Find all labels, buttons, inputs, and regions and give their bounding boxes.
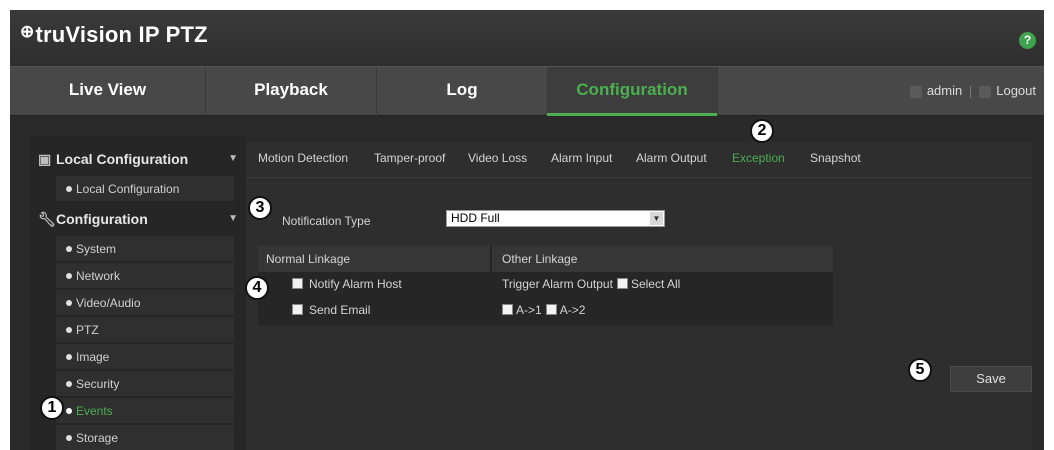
sidebar-item-local-configuration[interactable]: Local Configuration — [56, 176, 234, 202]
sidebar-item-label: Security — [76, 377, 120, 391]
subtab-motion-detection[interactable]: Motion Detection — [258, 151, 348, 165]
wrench-icon: 🔧︎ — [38, 211, 56, 227]
callout-3: 3 — [248, 196, 272, 220]
user-name[interactable]: admin — [927, 83, 962, 98]
bullet-icon — [66, 273, 72, 279]
subtab-exception[interactable]: Exception — [732, 151, 785, 165]
sidebar-item-label: PTZ — [76, 323, 99, 337]
send-email-checkbox[interactable] — [292, 304, 303, 315]
user-divider — [970, 85, 972, 98]
notification-type-select[interactable]: HDD Full ▼ — [446, 210, 665, 227]
alarm-output-options: A->1 A->2 — [502, 300, 585, 320]
sidebar-group-configuration[interactable]: 🔧︎Configuration ▼ — [30, 204, 246, 234]
sidebar-item-video-audio[interactable]: Video/Audio — [56, 290, 234, 316]
bullet-icon — [66, 354, 72, 360]
help-icon[interactable]: ? — [1019, 32, 1036, 49]
subtab-bar: Motion Detection Tamper-proof Video Loss… — [246, 142, 1032, 178]
tab-playback[interactable]: Playback — [206, 67, 376, 116]
sidebar-item-label: System — [76, 242, 117, 256]
local-config-icon: ▣ — [38, 151, 52, 167]
send-email-label: Send Email — [309, 303, 371, 317]
nav-divider — [717, 67, 718, 116]
output-a2-label: A->2 — [559, 303, 586, 317]
output-a1-label: A->1 — [516, 303, 542, 317]
chevron-down-icon: ▼ — [228, 153, 238, 164]
logout-icon — [979, 85, 992, 98]
content-panel: Motion Detection Tamper-proof Video Loss… — [246, 142, 1032, 450]
subtab-alarm-output[interactable]: Alarm Output — [636, 151, 707, 165]
header-bar: ⊕truVision IP PTZ ? — [10, 10, 1044, 66]
sidebar-item-system[interactable]: System — [56, 236, 234, 262]
subtab-video-loss[interactable]: Video Loss — [468, 151, 527, 165]
bullet-icon — [66, 186, 72, 192]
trigger-alarm-output-row: Trigger Alarm Output Select All — [502, 274, 680, 294]
logout-link[interactable]: Logout — [996, 83, 1036, 98]
app-window: ⊕truVision IP PTZ ? Live View Playback L… — [10, 10, 1044, 450]
app-title: truVision IP PTZ — [35, 22, 208, 47]
sidebar-item-image[interactable]: Image — [56, 344, 234, 370]
bullet-icon — [66, 246, 72, 252]
notify-alarm-host-option[interactable]: Notify Alarm Host — [292, 274, 402, 294]
notification-type-value: HDD Full — [451, 211, 500, 225]
callout-4: 4 — [245, 276, 269, 300]
sidebar-item-label: Events — [76, 404, 113, 418]
sidebar-item-label: Network — [76, 269, 121, 283]
tab-configuration[interactable]: Configuration — [547, 67, 717, 116]
top-navigation: Live View Playback Log Configuration adm… — [10, 66, 1044, 116]
logo-icon: ⊕ — [20, 22, 35, 41]
callout-5: 5 — [908, 358, 932, 382]
sidebar-item-events[interactable]: Events — [56, 398, 234, 424]
normal-linkage-header: Normal Linkage — [258, 246, 490, 272]
other-linkage-header: Other Linkage — [492, 246, 833, 272]
notify-alarm-host-label: Notify Alarm Host — [309, 277, 402, 291]
select-all-checkbox[interactable] — [616, 278, 628, 289]
output-a1-checkbox[interactable] — [502, 304, 513, 315]
callout-2: 2 — [750, 119, 774, 143]
bullet-icon — [66, 300, 72, 306]
bullet-icon — [66, 408, 72, 414]
subtab-snapshot[interactable]: Snapshot — [810, 151, 861, 165]
sidebar-group-local-configuration[interactable]: ▣ Local Configuration ▼ — [30, 144, 246, 174]
user-icon — [909, 85, 922, 98]
output-a2-checkbox[interactable] — [545, 304, 557, 315]
bullet-icon — [66, 381, 72, 387]
tab-live-view[interactable]: Live View — [10, 67, 205, 116]
send-email-option[interactable]: Send Email — [292, 300, 370, 320]
bullet-icon — [66, 327, 72, 333]
notify-alarm-host-checkbox[interactable] — [292, 278, 303, 289]
linkage-table: Normal Linkage Other Linkage Notify Alar… — [258, 246, 833, 326]
sidebar-item-label: Local Configuration — [76, 182, 180, 196]
subtab-tamper-proof[interactable]: Tamper-proof — [374, 151, 445, 165]
chevron-down-icon: ▼ — [228, 213, 238, 224]
save-button[interactable]: Save — [950, 366, 1032, 392]
tab-log[interactable]: Log — [377, 67, 547, 116]
notification-type-label: Notification Type — [282, 214, 371, 228]
dropdown-arrow-icon: ▼ — [650, 212, 663, 225]
bullet-icon — [66, 435, 72, 441]
callout-1: 1 — [40, 396, 64, 420]
select-all-label: Select All — [630, 277, 681, 291]
app-logo: ⊕truVision IP PTZ — [20, 22, 208, 48]
sidebar-item-label: Video/Audio — [76, 296, 141, 310]
sidebar-item-ptz[interactable]: PTZ — [56, 317, 234, 343]
subtab-alarm-input[interactable]: Alarm Input — [551, 151, 612, 165]
sidebar-group-label: Configuration — [56, 211, 148, 227]
sidebar-item-label: Storage — [76, 431, 119, 445]
sidebar-item-network[interactable]: Network — [56, 263, 234, 289]
sidebar-item-storage[interactable]: Storage — [56, 425, 234, 450]
sidebar-group-label: Local Configuration — [56, 151, 189, 167]
user-area: admin Logout — [909, 67, 1036, 116]
sidebar-item-label: Image — [76, 350, 110, 364]
sidebar-item-security[interactable]: Security — [56, 371, 234, 397]
trigger-alarm-output-label: Trigger Alarm Output — [502, 277, 613, 291]
